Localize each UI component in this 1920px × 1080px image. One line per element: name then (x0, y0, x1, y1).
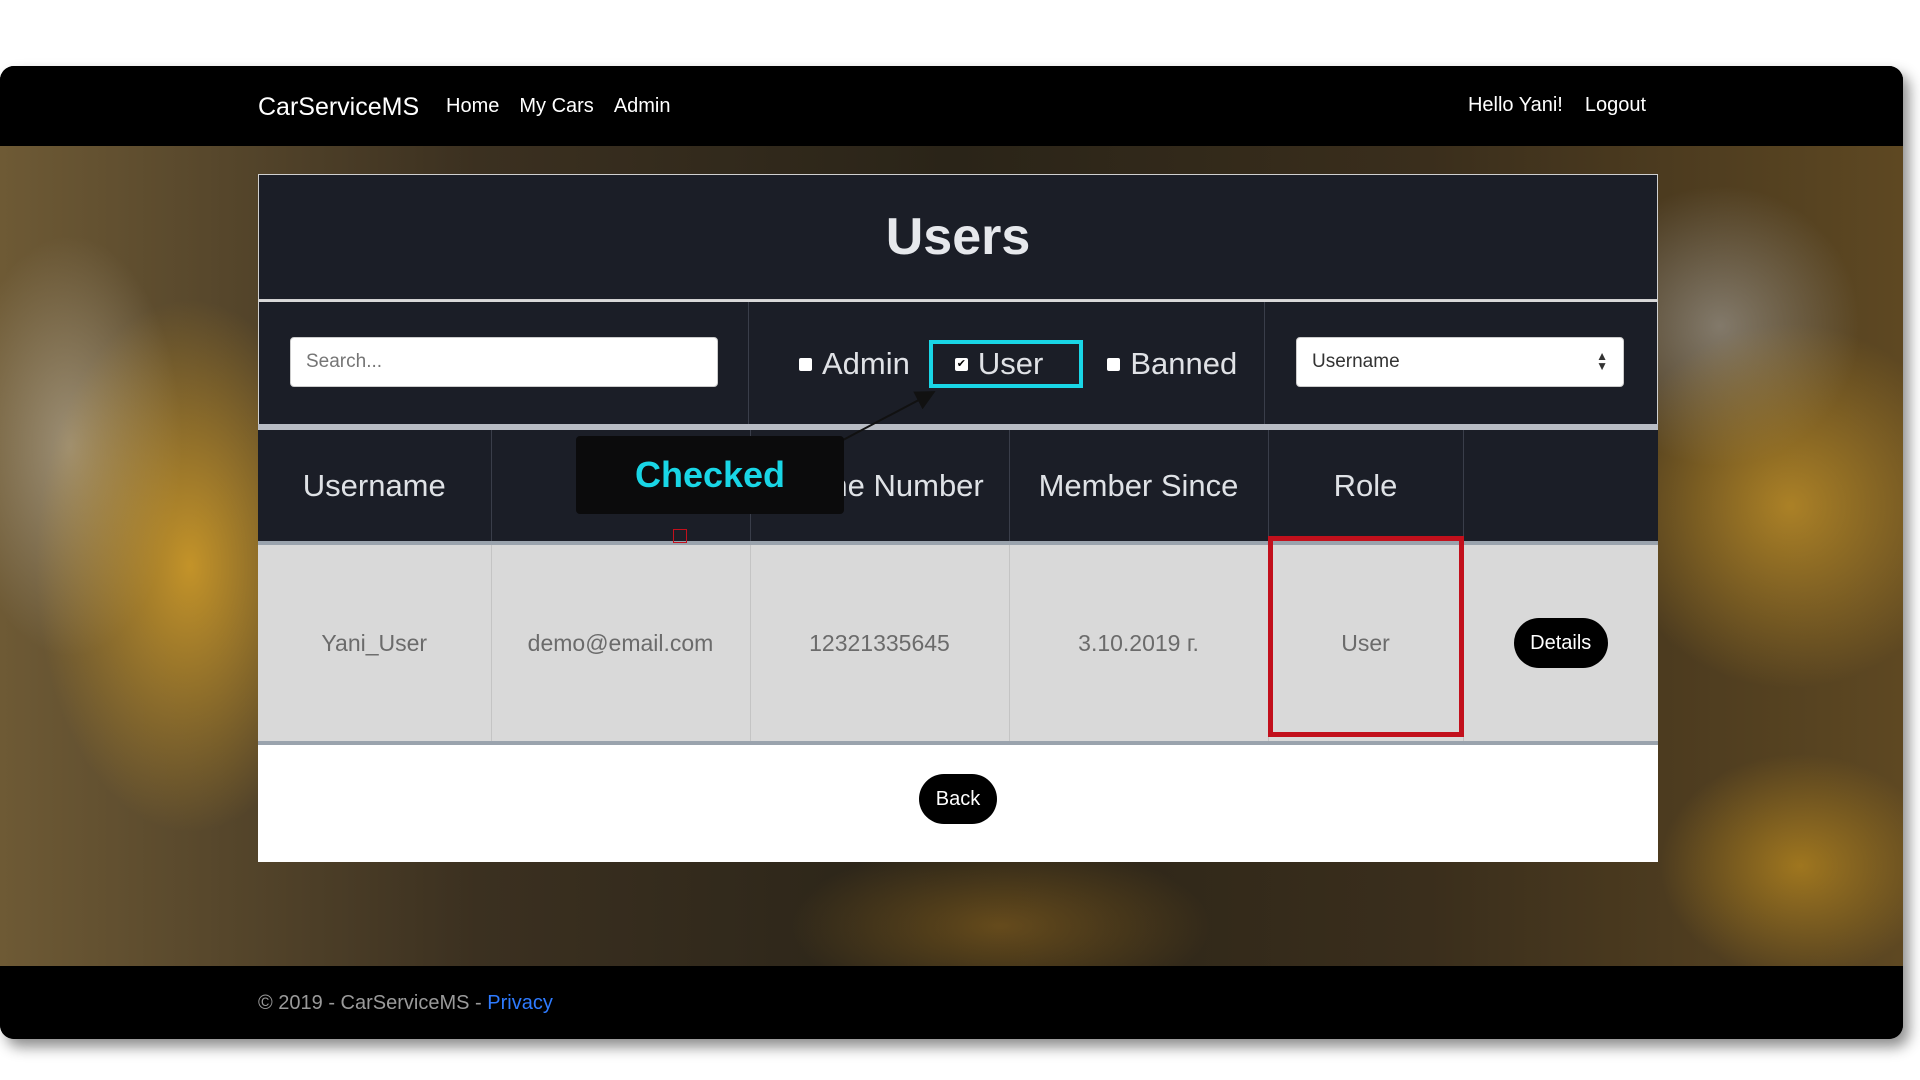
nav-links: Home My Cars Admin (446, 95, 671, 118)
brand-logo[interactable]: CarServiceMS (258, 93, 419, 122)
search-input[interactable] (290, 337, 718, 387)
admin-checkbox[interactable]: Admin (799, 346, 910, 382)
footer-text: © 2019 - CarServiceMS - Privacy (258, 992, 553, 1015)
cell-member-since: 3.10.2019 г. (1009, 541, 1269, 745)
sort-select-value: Username (1312, 351, 1400, 372)
nav-admin[interactable]: Admin (614, 95, 671, 118)
banned-checkbox-box[interactable] (1107, 357, 1121, 371)
checkmark-icon[interactable]: ✔ (954, 357, 968, 371)
checked-tooltip: Checked (576, 436, 844, 514)
page-title: Users (885, 208, 1031, 266)
logout-link[interactable]: Logout (1585, 94, 1646, 117)
annotation-marker (673, 529, 687, 543)
sort-select[interactable]: Username ▲ ▼ (1296, 337, 1624, 387)
navbar: CarServiceMS Home My Cars Admin Hello Ya… (0, 66, 1903, 146)
nav-user-area: Hello Yani! Logout (1468, 94, 1646, 117)
cell-email: demo@email.com (491, 541, 751, 745)
privacy-link[interactable]: Privacy (487, 992, 553, 1014)
greeting[interactable]: Hello Yani! (1468, 94, 1563, 117)
header-actions (1463, 424, 1658, 543)
header-member-since[interactable]: Member Since (1009, 424, 1269, 543)
table-header-row: Username Email Phone Number Member Since… (258, 424, 1658, 543)
details-button[interactable]: Details (1513, 618, 1608, 668)
header-role[interactable]: Role (1268, 424, 1464, 543)
admin-checkbox-label: Admin (822, 346, 910, 381)
nav-my-cars[interactable]: My Cars (519, 95, 593, 118)
table-row: Yani_User demo@email.com 12321335645 3.1… (258, 541, 1658, 745)
app-window: CarServiceMS Home My Cars Admin Hello Ya… (0, 66, 1903, 1039)
sort-arrows-icon: ▲ ▼ (1596, 349, 1608, 373)
admin-checkbox-box[interactable] (799, 357, 812, 371)
users-panel: Users Admin ✔ User Ba (258, 174, 1658, 862)
panel-header: Users (258, 174, 1658, 300)
role-filter-cell: Admin ✔ User Banned (749, 302, 1265, 424)
banned-checkbox[interactable]: Banned (1107, 346, 1237, 382)
back-button[interactable]: Back (919, 774, 997, 824)
copyright: © 2019 - CarServiceMS - (258, 992, 488, 1014)
users-table: Username Email Phone Number Member Since… (258, 424, 1658, 745)
cell-role: User (1268, 541, 1464, 745)
search-cell (259, 302, 749, 424)
user-checkbox[interactable]: ✔ User (928, 340, 1084, 388)
cell-actions: Details (1463, 541, 1658, 745)
header-username[interactable]: Username (258, 424, 492, 543)
user-checkbox-label: User (977, 346, 1044, 381)
nav-home[interactable]: Home (446, 95, 499, 118)
role-checkboxes: Admin ✔ User Banned (799, 340, 1261, 388)
footer: © 2019 - CarServiceMS - Privacy (0, 966, 1903, 1039)
filter-bar: Admin ✔ User Banned Username ▲▼ (258, 300, 1658, 424)
sort-cell: Username ▲ ▼ (1265, 302, 1657, 424)
banned-checkbox-label: Banned (1130, 346, 1238, 381)
cell-username: Yani_User (258, 541, 492, 745)
cell-phone: 12321335645 (750, 541, 1010, 745)
